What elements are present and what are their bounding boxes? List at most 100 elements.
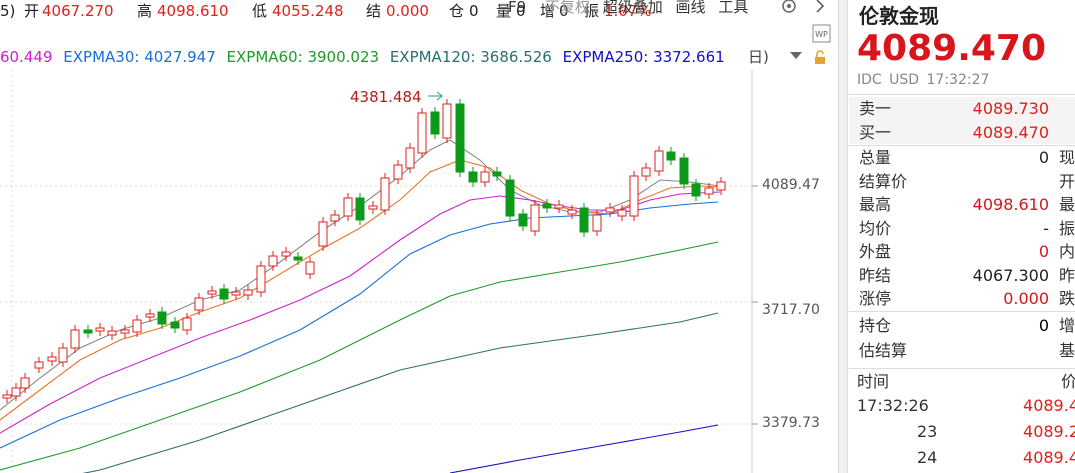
candle-body [417,112,427,154]
candle-body [20,377,30,389]
order-book: 卖一 4089.730 买一 4089.470 [849,97,1075,144]
candle-body [679,157,689,185]
buy-row: 买一 4089.470 [849,121,1075,145]
candle-body [58,347,68,363]
candle-body [355,197,365,221]
stat-value: 0.000 [1003,289,1049,308]
tick-row: 23 4089.2 [849,420,1075,444]
stat-value: 0 [1038,242,1049,261]
stat-extra: 基 [1059,341,1075,360]
buy-label: 买一 [859,123,892,142]
expma120-line [82,312,719,473]
panel-splitter[interactable] [838,0,848,473]
stat-label: 昨结 [859,265,892,285]
tick-price: 4089.4 [1023,396,1075,415]
sell-label: 卖一 [859,99,892,118]
y-axis-label: 3717.70 [762,301,820,318]
candle-body [47,356,57,362]
stat-row: 估结算 基 [849,339,1075,363]
instrument-name: 伦敦金现 [859,4,939,28]
candle-body [330,214,340,222]
stat-value: 0 [1038,316,1049,335]
candle-body [691,183,701,197]
stat-label: 持仓 [859,316,892,335]
stat-row: 昨结 4067.300 昨 [849,264,1075,288]
candle-body [542,203,552,209]
candle-body [293,256,303,261]
peak-price-label: 4381.484 [350,88,422,106]
candlestick-chart[interactable]: 4381.484 [0,0,838,473]
candle-body [120,329,130,334]
tick-row: 17:32:26 4089.4 [849,394,1075,418]
candle-body [281,251,291,257]
stat-label: 结算价 [859,171,908,191]
ticks-header: 时间 价 [849,370,1075,394]
candle-body [641,167,651,177]
candle-body [219,288,229,300]
stat-extra: 开 [1059,171,1075,191]
stat-row: 外盘 0 内 [849,240,1075,264]
candle-body [468,171,478,183]
ma5-line [0,139,721,411]
candle-body [505,179,515,217]
candle-body [716,181,726,191]
candle-body [243,289,253,296]
candle-body [34,361,44,369]
candle-body [132,319,142,333]
candle-body [95,327,105,332]
exchange: IDC [857,72,882,88]
stat-value: 0 [1038,148,1049,167]
stat-extra: 跌 [1059,289,1075,308]
expma60-line [0,241,719,471]
quote-panel: 伦敦金现 4089.470 IDC USD 17:32:27 卖一 4089.7… [849,0,1075,473]
tick-time: 17:32:26 [857,396,929,415]
candle-body [145,313,155,318]
candle-body [480,171,490,183]
candle-body [318,221,328,247]
candle-body [654,150,664,172]
candle-body [194,297,204,311]
stat-extra: 增 [1059,316,1075,335]
candle-body [666,151,676,161]
candle-body [157,311,167,325]
stat-extra: 昨 [1059,265,1075,285]
expma30-line [0,201,719,449]
candle-body [567,209,577,215]
tick-time: 24 [917,448,938,467]
stat-label: 最高 [859,195,892,214]
ticks-price-header: 价 [1061,372,1075,391]
stat-row: 结算价 开 [849,170,1075,194]
stat-value: 4067.300 [972,265,1049,285]
candle-body [518,213,528,227]
stat-row: 均价 - 振 [849,217,1075,241]
stat-value: 4098.610 [972,195,1049,214]
candle-body [579,207,589,233]
stat-value: - [1043,218,1049,238]
candle-body [231,291,241,296]
candle-body [605,207,615,213]
stat-label: 涨停 [859,289,892,308]
candle-body [268,255,278,267]
candle-body [617,209,627,217]
stat-label: 总量 [859,148,892,167]
stat-extra: 现 [1059,148,1075,167]
candle-body [530,204,540,232]
quote-time: 17:32:27 [926,72,990,88]
candle-body [455,103,465,173]
ticks-time-header: 时间 [857,372,890,391]
candle-body [393,164,403,180]
candle-body [2,394,12,399]
quote-meta: IDC USD 17:32:27 [857,72,989,88]
expma250-line [449,424,719,473]
candle-body [442,103,452,139]
candle-body [704,187,714,195]
candle-body [70,329,80,349]
candle-body [11,387,21,397]
stat-extra: 最 [1059,195,1075,214]
stat-extra: 振 [1059,218,1075,238]
tick-row: 24 4089.4 [849,446,1075,470]
candle-body [492,171,502,177]
stat-label: 均价 [859,218,892,238]
candle-body [170,321,180,329]
last-price: 4089.470 [857,28,1047,69]
